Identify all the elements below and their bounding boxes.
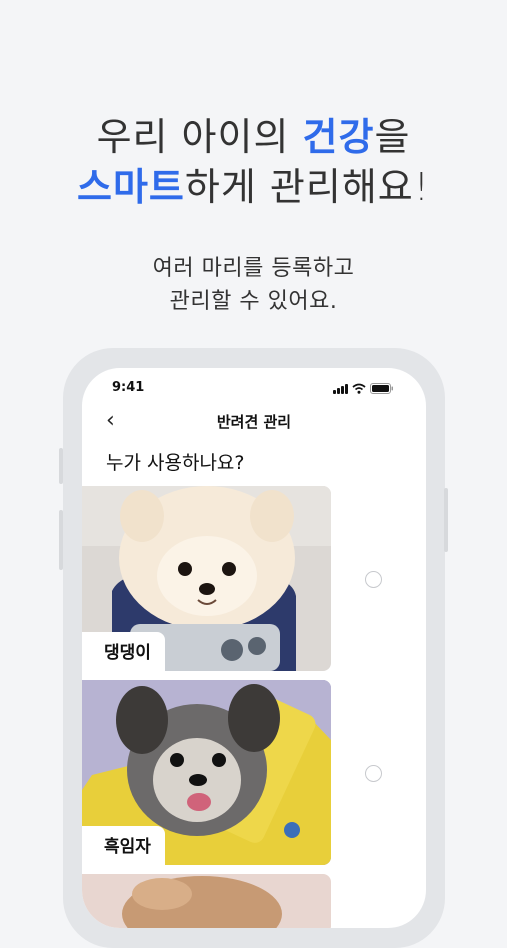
phone-side-button — [444, 488, 448, 552]
headline-line-1: 우리 아이의 건강을 — [0, 112, 507, 162]
pet-photo — [82, 874, 331, 928]
pet-name: 댕댕이 — [82, 632, 165, 671]
headline-line-2: 스마트하게 관리해요! — [0, 162, 507, 212]
status-bar: 9:41 — [82, 380, 426, 400]
pet-name: 흑임자 — [82, 826, 165, 865]
status-time: 9:41 — [112, 380, 145, 395]
question-text: 누가 사용하나요? — [106, 452, 245, 474]
pet-card[interactable]: 흑임자 — [82, 680, 331, 865]
phone-screen: 9:41 ‹ 반려견 관리 누가 사용하나요? 댕댕이 흑임자 — [82, 368, 426, 928]
phone-side-button — [59, 510, 63, 570]
pet-card[interactable] — [82, 874, 331, 928]
battery-icon — [370, 383, 393, 394]
headline-accent: 스마트 — [77, 165, 185, 209]
headline-text: 을 — [374, 115, 411, 159]
subline: 여러 마리를 등록하고 관리할 수 있어요. — [0, 252, 507, 318]
headline: 우리 아이의 건강을 스마트하게 관리해요! — [0, 112, 507, 212]
signal-icon — [333, 384, 348, 394]
headline-accent: 건강 — [302, 115, 375, 159]
headline-text: 하게 관리해요! — [184, 165, 430, 209]
wifi-icon — [352, 383, 366, 394]
phone-side-button — [59, 448, 63, 484]
pet-card[interactable]: 댕댕이 — [82, 486, 331, 671]
subline-line-2: 관리할 수 있어요. — [169, 289, 338, 314]
nav-title: 반려견 관리 — [216, 413, 292, 431]
headline-text: 우리 아이의 — [96, 115, 303, 159]
nav-bar: ‹ 반려견 관리 — [82, 408, 426, 436]
status-icons — [333, 383, 394, 394]
pet-radio[interactable] — [365, 571, 382, 588]
subline-line-1: 여러 마리를 등록하고 — [152, 256, 355, 281]
pet-radio[interactable] — [365, 765, 382, 782]
